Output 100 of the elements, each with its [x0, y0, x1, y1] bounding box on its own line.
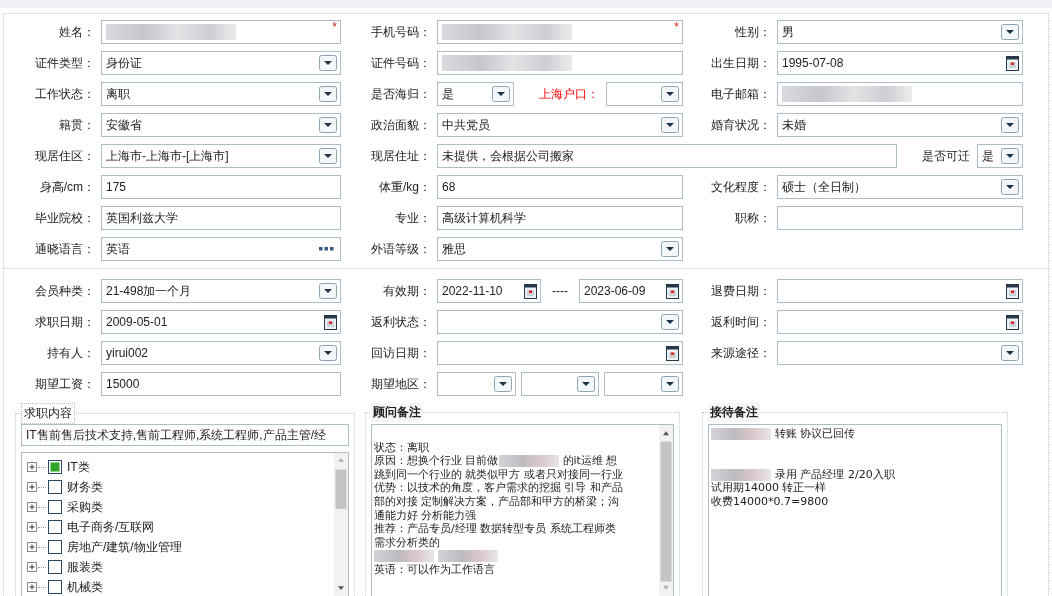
dropdown-field[interactable] — [437, 372, 516, 396]
dropdown-icon[interactable] — [577, 376, 596, 392]
field-label: 是否海归： — [370, 85, 432, 103]
picker-field[interactable]: 英语 — [101, 237, 341, 261]
dropdown-icon[interactable] — [493, 376, 512, 392]
tree-item[interactable]: 房地产/建筑/物业管理 — [67, 538, 182, 556]
calendar-icon[interactable] — [666, 283, 679, 299]
expand-icon[interactable] — [27, 542, 37, 552]
tree-item[interactable]: IT类 — [67, 458, 90, 476]
scrollbar[interactable] — [659, 425, 673, 596]
dropdown-field[interactable]: 21-498加一个月 — [101, 279, 341, 303]
dropdown-field[interactable]: 男 — [777, 20, 1023, 44]
dropdown-field[interactable]: 是 — [437, 82, 514, 106]
dropdown-field[interactable] — [604, 372, 683, 396]
text-field[interactable]: 175 — [101, 175, 341, 199]
field-label: 身高/cm： — [38, 178, 96, 196]
dropdown-field[interactable]: 离职 — [101, 82, 341, 106]
dropdown-field[interactable]: 未婚 — [777, 113, 1023, 137]
field-label: 期望地区： — [370, 375, 432, 393]
expand-icon[interactable] — [27, 502, 37, 512]
text-field[interactable] — [777, 82, 1023, 106]
tree-item[interactable]: 服装类 — [67, 558, 103, 576]
ellipsis-icon[interactable] — [319, 247, 334, 251]
dropdown-icon[interactable] — [661, 314, 679, 330]
dropdown-icon[interactable] — [319, 86, 337, 102]
calendar-icon[interactable] — [1006, 283, 1019, 299]
date-field[interactable] — [777, 279, 1023, 303]
dropdown-icon[interactable] — [492, 86, 510, 102]
dropdown-field[interactable]: 雅思 — [437, 237, 683, 261]
date-field[interactable] — [437, 341, 683, 365]
text-field[interactable]: 高级计算机科学 — [437, 206, 683, 230]
calendar-icon[interactable] — [324, 314, 337, 330]
field-label: 婚育状况： — [710, 116, 772, 134]
redacted-text — [498, 455, 559, 467]
dropdown-icon[interactable] — [1001, 179, 1019, 195]
date-field[interactable] — [777, 310, 1023, 334]
notes-area[interactable]: 状态：离职 原因：想换个行业 目前做 的it运维 想 跳到同一个行业的 就类似甲方 或者只对接同一行业 优势：以技术的角度，客户需求的挖掘 引导 和产品 部的对接 定制解决方案，产品部和甲方的桥梁；沟 通能力好 分析能力强 推荐：产品专员/经理 数据转型专员 系统工程师类 需求分析类的 英语：可以作为工作语言 — [371, 424, 674, 596]
checkbox[interactable] — [48, 560, 62, 574]
tree-item[interactable]: 财务类 — [67, 478, 103, 496]
expand-icon[interactable] — [27, 462, 37, 472]
tree-item[interactable]: 电子商务/互联网 — [67, 518, 155, 536]
dropdown-field[interactable] — [437, 310, 683, 334]
dropdown-icon[interactable] — [661, 376, 679, 392]
text-field[interactable]: 15000 — [101, 372, 341, 396]
dropdown-icon[interactable] — [661, 241, 679, 257]
dropdown-field[interactable]: 是 — [977, 144, 1023, 168]
dropdown-field[interactable] — [777, 341, 1023, 365]
dropdown-icon[interactable] — [319, 117, 337, 133]
dropdown-icon[interactable] — [1001, 117, 1019, 133]
redacted-text — [711, 468, 771, 481]
checkbox[interactable] — [48, 460, 62, 474]
text-field[interactable]: * — [437, 20, 683, 44]
calendar-icon[interactable] — [666, 345, 679, 361]
dropdown-icon[interactable] — [1001, 345, 1019, 361]
field-label: 性别： — [734, 23, 772, 41]
dropdown-field[interactable]: yirui002 — [101, 341, 341, 365]
scrollbar[interactable] — [334, 453, 348, 596]
dropdown-icon[interactable] — [661, 86, 679, 102]
date-field[interactable]: 1995-07-08 — [777, 51, 1023, 75]
tree-item[interactable]: 采购类 — [67, 498, 103, 516]
dropdown-icon[interactable] — [661, 117, 679, 133]
tree-item[interactable]: 机械类 — [67, 578, 103, 596]
dropdown-field[interactable]: 上海市-上海市-[上海市] — [101, 144, 341, 168]
calendar-icon[interactable] — [1006, 55, 1019, 71]
dropdown-field[interactable] — [520, 372, 600, 396]
dropdown-field[interactable]: 身份证 — [101, 51, 341, 75]
dropdown-icon[interactable] — [319, 148, 337, 164]
checkbox[interactable] — [48, 540, 62, 554]
text-field[interactable]: 英国利兹大学 — [101, 206, 341, 230]
dropdown-field[interactable]: 安徽省 — [101, 113, 341, 137]
expand-icon[interactable] — [27, 582, 37, 592]
dropdown-icon[interactable] — [1001, 148, 1019, 164]
expand-icon[interactable] — [27, 562, 37, 572]
text-field[interactable] — [777, 206, 1023, 230]
expand-icon[interactable] — [27, 482, 37, 492]
checkbox[interactable] — [48, 580, 62, 594]
dropdown-field[interactable] — [606, 82, 683, 106]
checkbox[interactable] — [48, 500, 62, 514]
notes-area[interactable]: 转账 协议已回传 录用 产品经理 2/20入职 试用期14000 转正一样 收费14000*0.7=9800 — [708, 424, 1002, 596]
dropdown-icon[interactable] — [319, 55, 337, 71]
calendar-icon[interactable] — [1006, 314, 1019, 330]
note-text: 通能力好 分析能力强 — [374, 508, 477, 523]
field-label: 退费日期： — [710, 282, 772, 300]
expand-icon[interactable] — [27, 522, 37, 532]
date-field[interactable]: 2023-06-09 — [579, 279, 683, 303]
text-field[interactable]: 未提供，会根据公司搬家 — [437, 144, 897, 168]
checkbox[interactable] — [48, 480, 62, 494]
dropdown-field[interactable]: 中共党员 — [437, 113, 683, 137]
checkbox[interactable] — [48, 520, 62, 534]
dropdown-field[interactable]: 硕士（全日制） — [777, 175, 1023, 199]
text-field[interactable]: 68 — [437, 175, 683, 199]
date-field[interactable]: 2009-05-01 — [101, 310, 341, 334]
calendar-icon[interactable] — [524, 283, 537, 299]
text-field[interactable]: IT售前售后技术支持,售前工程师,系统工程师,产品主管/经 — [21, 424, 349, 446]
date-field[interactable]: 2022-11-10 — [437, 279, 541, 303]
dropdown-icon[interactable] — [319, 345, 337, 361]
dropdown-icon[interactable] — [1001, 24, 1019, 40]
text-field[interactable] — [437, 51, 683, 75]
text-field[interactable]: * — [101, 20, 341, 44]
dropdown-icon[interactable] — [319, 283, 337, 299]
